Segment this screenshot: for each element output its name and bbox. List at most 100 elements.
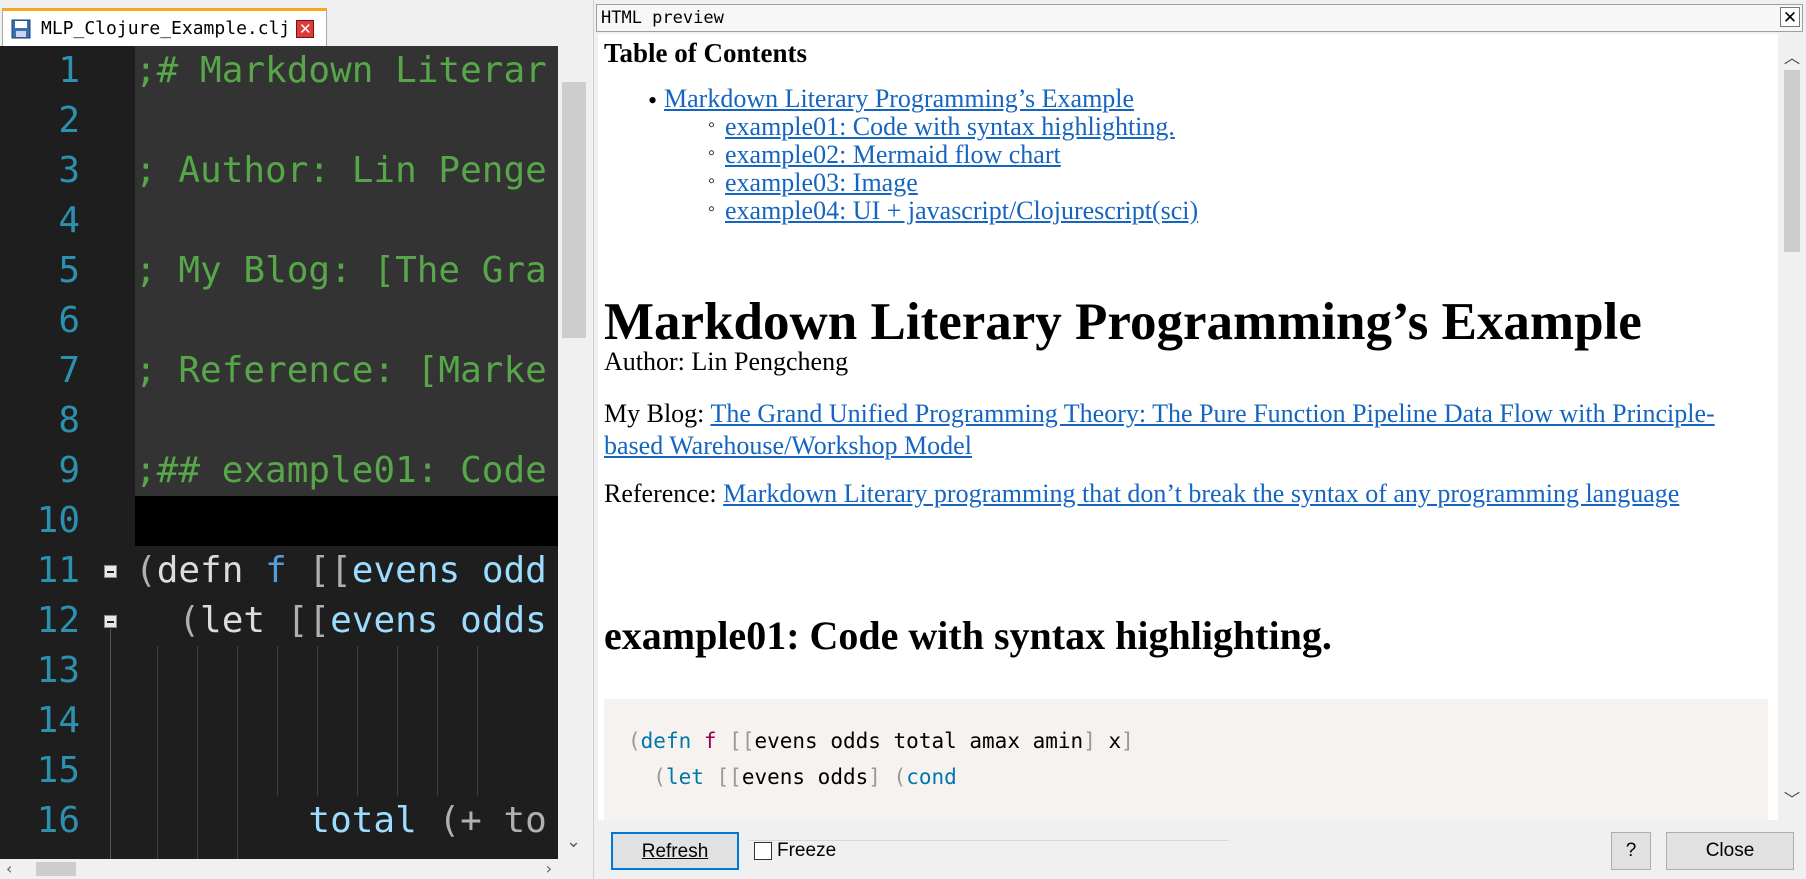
toc-link[interactable]: example03: Image — [725, 168, 918, 198]
line-number: 7 — [58, 350, 80, 391]
toc-link[interactable]: example04: UI + javascript/Clojurescript… — [725, 196, 1198, 226]
code-line — [135, 196, 558, 246]
code-line — [135, 96, 558, 146]
blog-line: My Blog: The Grand Unified Programming T… — [604, 398, 1764, 462]
fold-toggle-icon[interactable] — [104, 615, 117, 628]
editor-vertical-scrollbar[interactable]: ⌄ — [558, 46, 590, 859]
toc-bullet: ◦ — [708, 198, 716, 220]
close-icon[interactable]: ✕ — [1780, 7, 1800, 28]
code-keyword: defn — [640, 729, 692, 753]
editor-pane: MLP_Clojure_Example.clj ✕ 1 2 3 4 5 6 7 … — [0, 0, 590, 879]
line-number: 5 — [58, 250, 80, 291]
author-line: Author: Lin Pengcheng — [604, 347, 849, 376]
token-bracket: [[ — [308, 550, 352, 591]
help-button[interactable]: ? — [1611, 832, 1651, 870]
token-symbol: total — [308, 800, 417, 841]
line-number: 4 — [58, 200, 80, 241]
editor-horizontal-scrollbar[interactable]: ‹ › — [0, 859, 558, 879]
toc-title: Table of Contents — [604, 38, 808, 68]
scroll-left-icon[interactable]: ‹ — [6, 859, 12, 879]
line-number: 14 — [36, 700, 80, 741]
indent-guide — [317, 646, 318, 796]
line-number: 2 — [58, 100, 80, 141]
preview-title: HTML preview — [601, 8, 724, 28]
preview-footer: Refresh Freeze ? Close — [594, 820, 1806, 879]
code-line: total (+ to — [135, 796, 558, 846]
scroll-down-icon[interactable]: ﹀ — [1784, 786, 1800, 810]
toc-link[interactable]: Markdown Literary Programming’s Example — [664, 84, 1134, 114]
save-icon — [11, 19, 31, 38]
code-line — [135, 496, 558, 546]
token-name: f — [243, 550, 309, 591]
code-function: f — [691, 729, 717, 753]
code-line — [135, 396, 558, 446]
token-paren: ( — [135, 550, 157, 591]
code-text: evens odds total amax amin — [754, 729, 1084, 753]
code-line: (let [[evens odds — [135, 596, 558, 646]
code-line: ;## example01: Code — [135, 446, 558, 496]
refresh-button[interactable]: Refresh — [611, 832, 739, 870]
scroll-down-icon[interactable]: ⌄ — [566, 833, 581, 851]
toc-link[interactable]: example02: Mermaid flow chart — [725, 140, 1061, 170]
freeze-label[interactable]: Freeze — [777, 840, 836, 862]
code-text: evens odds — [741, 765, 869, 789]
code-line: ; Author: Lin Penge — [135, 146, 558, 196]
toc-link[interactable]: example01: Code with syntax highlighting… — [725, 112, 1175, 142]
code-punct: ( — [628, 765, 666, 789]
code-punct: ] — [1121, 729, 1134, 753]
line-number: 16 — [36, 800, 80, 841]
indent-guide — [277, 646, 278, 796]
section-heading: example01: Code with syntax highlighting… — [604, 613, 1332, 658]
reference-line: Reference: Markdown Literary programming… — [604, 478, 1764, 510]
blog-label: My Blog: — [604, 399, 711, 428]
indent-guide — [397, 646, 398, 796]
line-number: 6 — [58, 300, 80, 341]
indent-guide — [357, 646, 358, 796]
line-number: 13 — [36, 650, 80, 691]
code-block: (defn f [[evens odds total amax amin] x]… — [604, 699, 1768, 820]
scrollbar-thumb[interactable] — [1784, 70, 1800, 252]
code-punct: ] — [868, 765, 881, 789]
toc-bullet: • — [648, 86, 658, 115]
token-keyword: defn — [156, 550, 244, 591]
indent-guide — [477, 646, 478, 796]
preview-document[interactable]: Table of Contents • Markdown Literary Pr… — [598, 34, 1778, 820]
code-line: (defn f [[evens odd — [135, 546, 558, 596]
tab-close-icon[interactable]: ✕ — [296, 19, 315, 38]
code-keyword: let — [665, 765, 704, 789]
token-rest: (+ to — [416, 800, 547, 841]
token-symbol: evens odds — [330, 600, 547, 641]
code-line: ;# Markdown Literar — [135, 46, 558, 96]
html-preview-panel: HTML preview ✕ Table of Contents • Markd… — [593, 0, 1806, 879]
toc-bullet: ◦ — [708, 142, 716, 164]
line-number: 3 — [58, 150, 80, 191]
code-line: ; My Blog: [The Gra — [135, 246, 558, 296]
fold-guide — [110, 629, 111, 859]
toc-bullet: ◦ — [708, 114, 716, 136]
code-editor[interactable]: 1 2 3 4 5 6 7 8 9 10 11 12 13 14 15 16 ;… — [0, 46, 558, 859]
scroll-right-icon[interactable]: › — [546, 859, 552, 879]
reference-label: Reference: — [604, 479, 724, 508]
token-symbol: evens odd — [351, 550, 547, 591]
indent-guide — [437, 646, 438, 796]
token-keyword: let — [200, 600, 266, 641]
fold-toggle-icon[interactable] — [104, 565, 117, 578]
scrollbar-thumb[interactable] — [36, 862, 76, 876]
scrollbar-thumb[interactable] — [562, 82, 586, 338]
blog-link[interactable]: The Grand Unified Programming Theory: Th… — [604, 399, 1715, 460]
code-text: x — [1095, 729, 1122, 753]
line-number: 11 — [36, 550, 80, 591]
toc-bullet: ◦ — [708, 170, 716, 192]
freeze-checkbox[interactable] — [754, 842, 772, 860]
scroll-up-icon[interactable]: ︿ — [1784, 44, 1800, 68]
reference-link[interactable]: Markdown Literary programming that don’t… — [723, 479, 1679, 508]
code-line — [135, 296, 558, 346]
preview-vertical-scrollbar[interactable]: ︿ ﹀ — [1779, 34, 1805, 820]
file-tab[interactable]: MLP_Clojure_Example.clj ✕ — [2, 8, 327, 46]
line-number: 1 — [58, 50, 80, 91]
line-number: 15 — [36, 750, 80, 791]
code-block-line: (let [[evens odds] (cond — [628, 765, 957, 789]
code-block-line: (defn f [[evens odds total amax amin] x] — [628, 729, 1134, 753]
close-button[interactable]: Close — [1666, 832, 1794, 870]
